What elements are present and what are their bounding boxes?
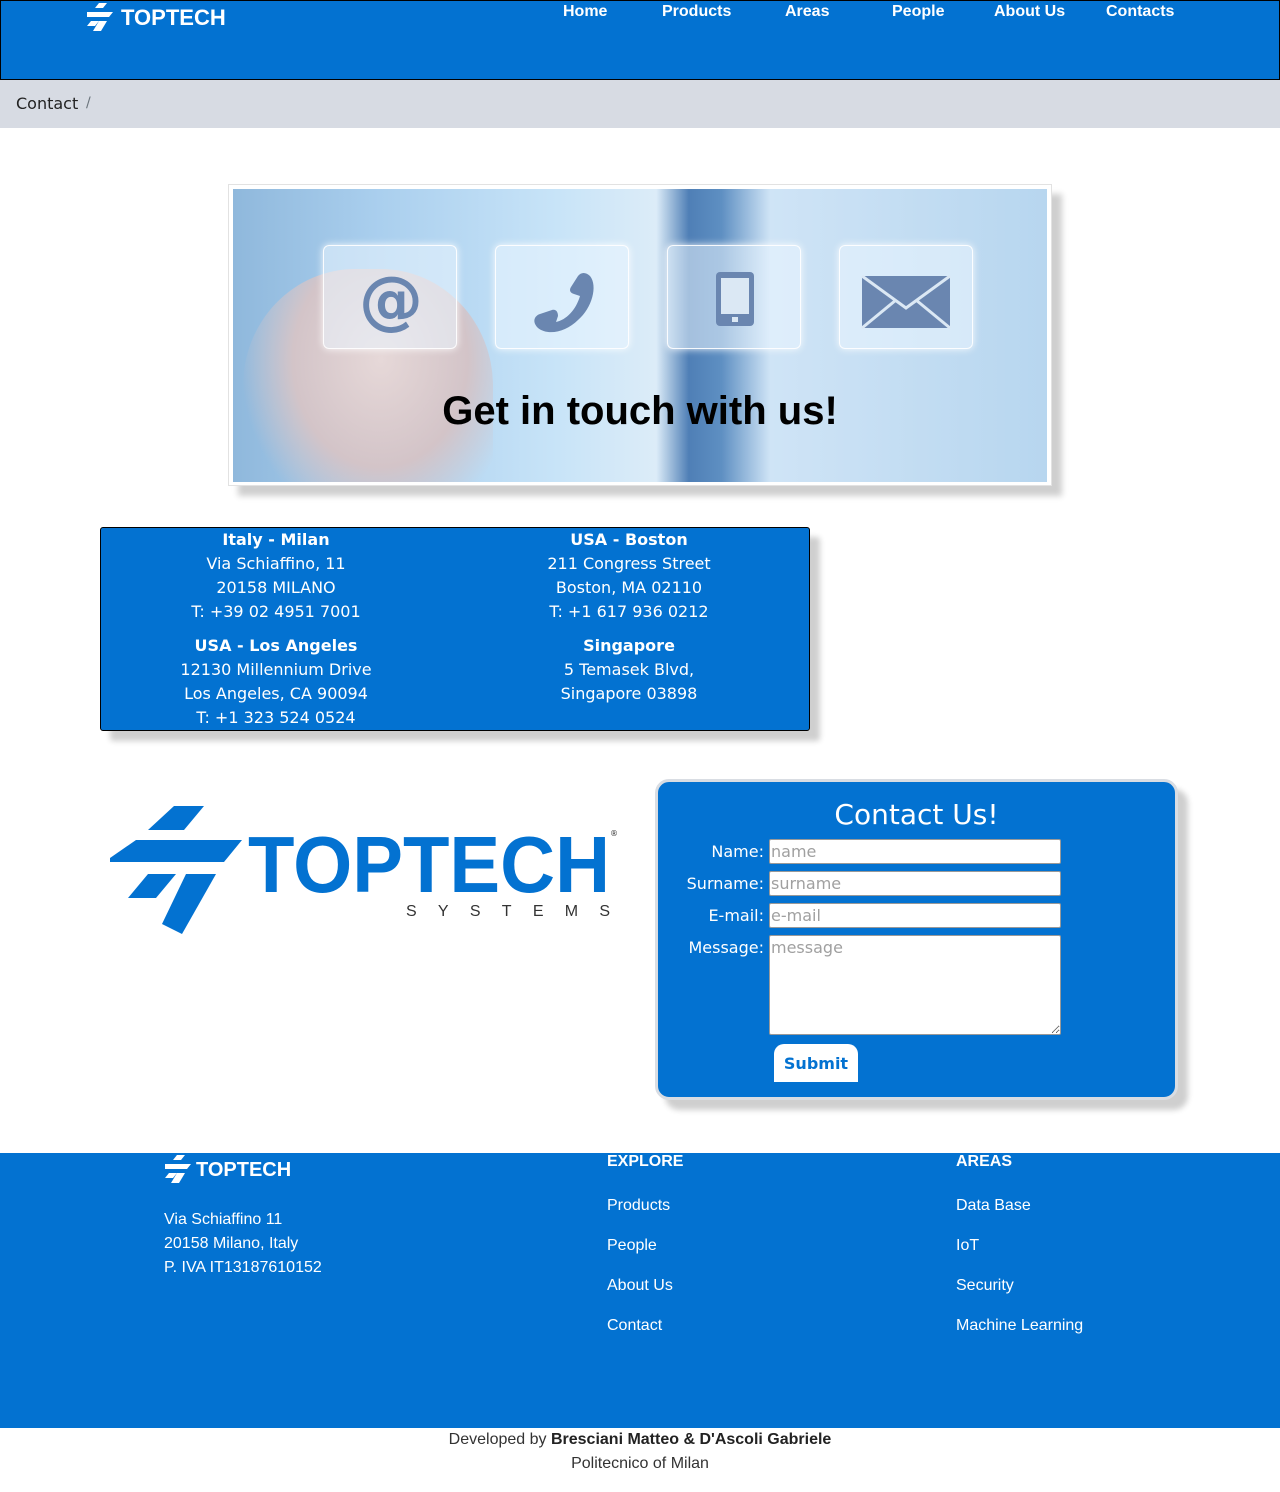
footer-link-about-us[interactable]: About Us [607, 1277, 673, 1295]
office-phone: T: +1 617 936 0212 [549, 602, 709, 621]
footer-link-products[interactable]: Products [607, 1197, 670, 1215]
office-address-line: 5 Temasek Blvd, [563, 660, 695, 679]
svg-text:TOPTECH: TOPTECH [196, 1159, 291, 1181]
nav-home[interactable]: Home [563, 3, 607, 21]
svg-text:TOPTECH: TOPTECH [121, 5, 225, 30]
breadcrumb: Contact / [0, 80, 1280, 128]
office-singapore: Singapore 5 Temasek Blvd, Singapore 0389… [464, 634, 794, 706]
office-los-angeles: USA - Los Angeles 12130 Millennium Drive… [111, 634, 441, 730]
nav-areas[interactable]: Areas [785, 3, 829, 21]
site-footer: TOPTECH Via Schiaffino 11 20158 Milano, … [0, 1153, 1280, 1428]
svg-text:®: ® [610, 829, 618, 838]
at-sign-icon: @ [323, 245, 457, 349]
office-address-line: Los Angeles, CA 90094 [184, 684, 368, 703]
footer-link-data-base[interactable]: Data Base [956, 1197, 1031, 1215]
toptech-logo[interactable]: TOPTECH [85, 1, 225, 33]
footer-explore-heading: EXPLORE [607, 1153, 684, 1170]
office-address-line: Via Schiaffino, 11 [206, 554, 346, 573]
contact-form: Contact Us! Name: Surname: E-mail: Messa… [655, 779, 1178, 1100]
footer-link-iot[interactable]: IoT [956, 1237, 979, 1255]
office-name: USA - Boston [570, 530, 688, 549]
envelope-icon [839, 245, 973, 349]
footer-vat: P. IVA IT13187610152 [164, 1259, 322, 1276]
footer-link-people[interactable]: People [607, 1237, 657, 1255]
breadcrumb-current: Contact [16, 94, 79, 113]
mobile-icon [667, 245, 801, 349]
name-input[interactable] [769, 839, 1061, 864]
office-milan: Italy - Milan Via Schiaffino, 11 20158 M… [111, 528, 441, 624]
svg-text:@: @ [359, 264, 423, 338]
footer-address-line: 20158 Milano, Italy [164, 1235, 299, 1252]
office-boston: USA - Boston 211 Congress Street Boston,… [464, 528, 794, 624]
message-textarea[interactable] [769, 935, 1061, 1035]
nav-products[interactable]: Products [662, 3, 731, 21]
name-label: Name: [711, 842, 764, 861]
office-name: USA - Los Angeles [194, 636, 358, 655]
nav-about-us[interactable]: About Us [994, 3, 1065, 21]
nav-people[interactable]: People [892, 3, 944, 21]
office-address-line: 20158 MILANO [216, 578, 336, 597]
toptech-systems-logo: TOPTECH SYSTEMS ® [110, 806, 618, 934]
submit-button[interactable]: Submit [774, 1044, 858, 1082]
office-addresses: Italy - Milan Via Schiaffino, 11 20158 M… [100, 527, 810, 731]
credits-prefix: Developed by [448, 1431, 547, 1448]
email-label: E-mail: [708, 906, 764, 925]
phone-icon [495, 245, 629, 349]
office-phone: T: +39 02 4951 7001 [191, 602, 361, 621]
office-name: Italy - Milan [222, 530, 330, 549]
hero-banner: @ Get in touch with us! [228, 184, 1052, 486]
footer-link-contact[interactable]: Contact [607, 1317, 662, 1335]
office-phone: T: +1 323 524 0524 [196, 708, 356, 727]
footer-toptech-logo[interactable]: TOPTECH [163, 1153, 293, 1185]
hero-image: @ Get in touch with us! [233, 189, 1047, 482]
office-address-line: Boston, MA 02110 [555, 578, 703, 597]
office-address-line: 211 Congress Street [547, 554, 711, 573]
breadcrumb-separator: / [86, 95, 91, 111]
svg-text:TOPTECH: TOPTECH [248, 820, 610, 909]
top-navbar: TOPTECH Home Products Areas People About… [0, 0, 1280, 80]
nav-contacts[interactable]: Contacts [1106, 3, 1174, 21]
footer-address-line: Via Schiaffino 11 [164, 1211, 283, 1228]
message-label: Message: [688, 938, 764, 957]
office-address-line: Singapore 03898 [560, 684, 698, 703]
footer-link-machine-learning[interactable]: Machine Learning [956, 1317, 1083, 1335]
surname-label: Surname: [686, 874, 764, 893]
form-title: Contact Us! [834, 798, 999, 831]
footer-link-security[interactable]: Security [956, 1277, 1014, 1295]
office-name: Singapore [583, 636, 675, 655]
credits: Developed by Bresciani Matteo & D'Ascoli… [0, 1428, 1280, 1476]
email-input[interactable] [769, 903, 1061, 928]
footer-areas-heading: AREAS [956, 1153, 1013, 1170]
office-address-line: 12130 Millennium Drive [180, 660, 372, 679]
credits-authors: Bresciani Matteo & D'Ascoli Gabriele [550, 1431, 832, 1448]
surname-input[interactable] [769, 871, 1061, 896]
credits-institution: Politecnico of Milan [571, 1455, 709, 1472]
hero-caption: Get in touch with us! [442, 389, 838, 433]
credits-line: Developed by Bresciani Matteo & D'Ascoli… [0, 1428, 1280, 1452]
